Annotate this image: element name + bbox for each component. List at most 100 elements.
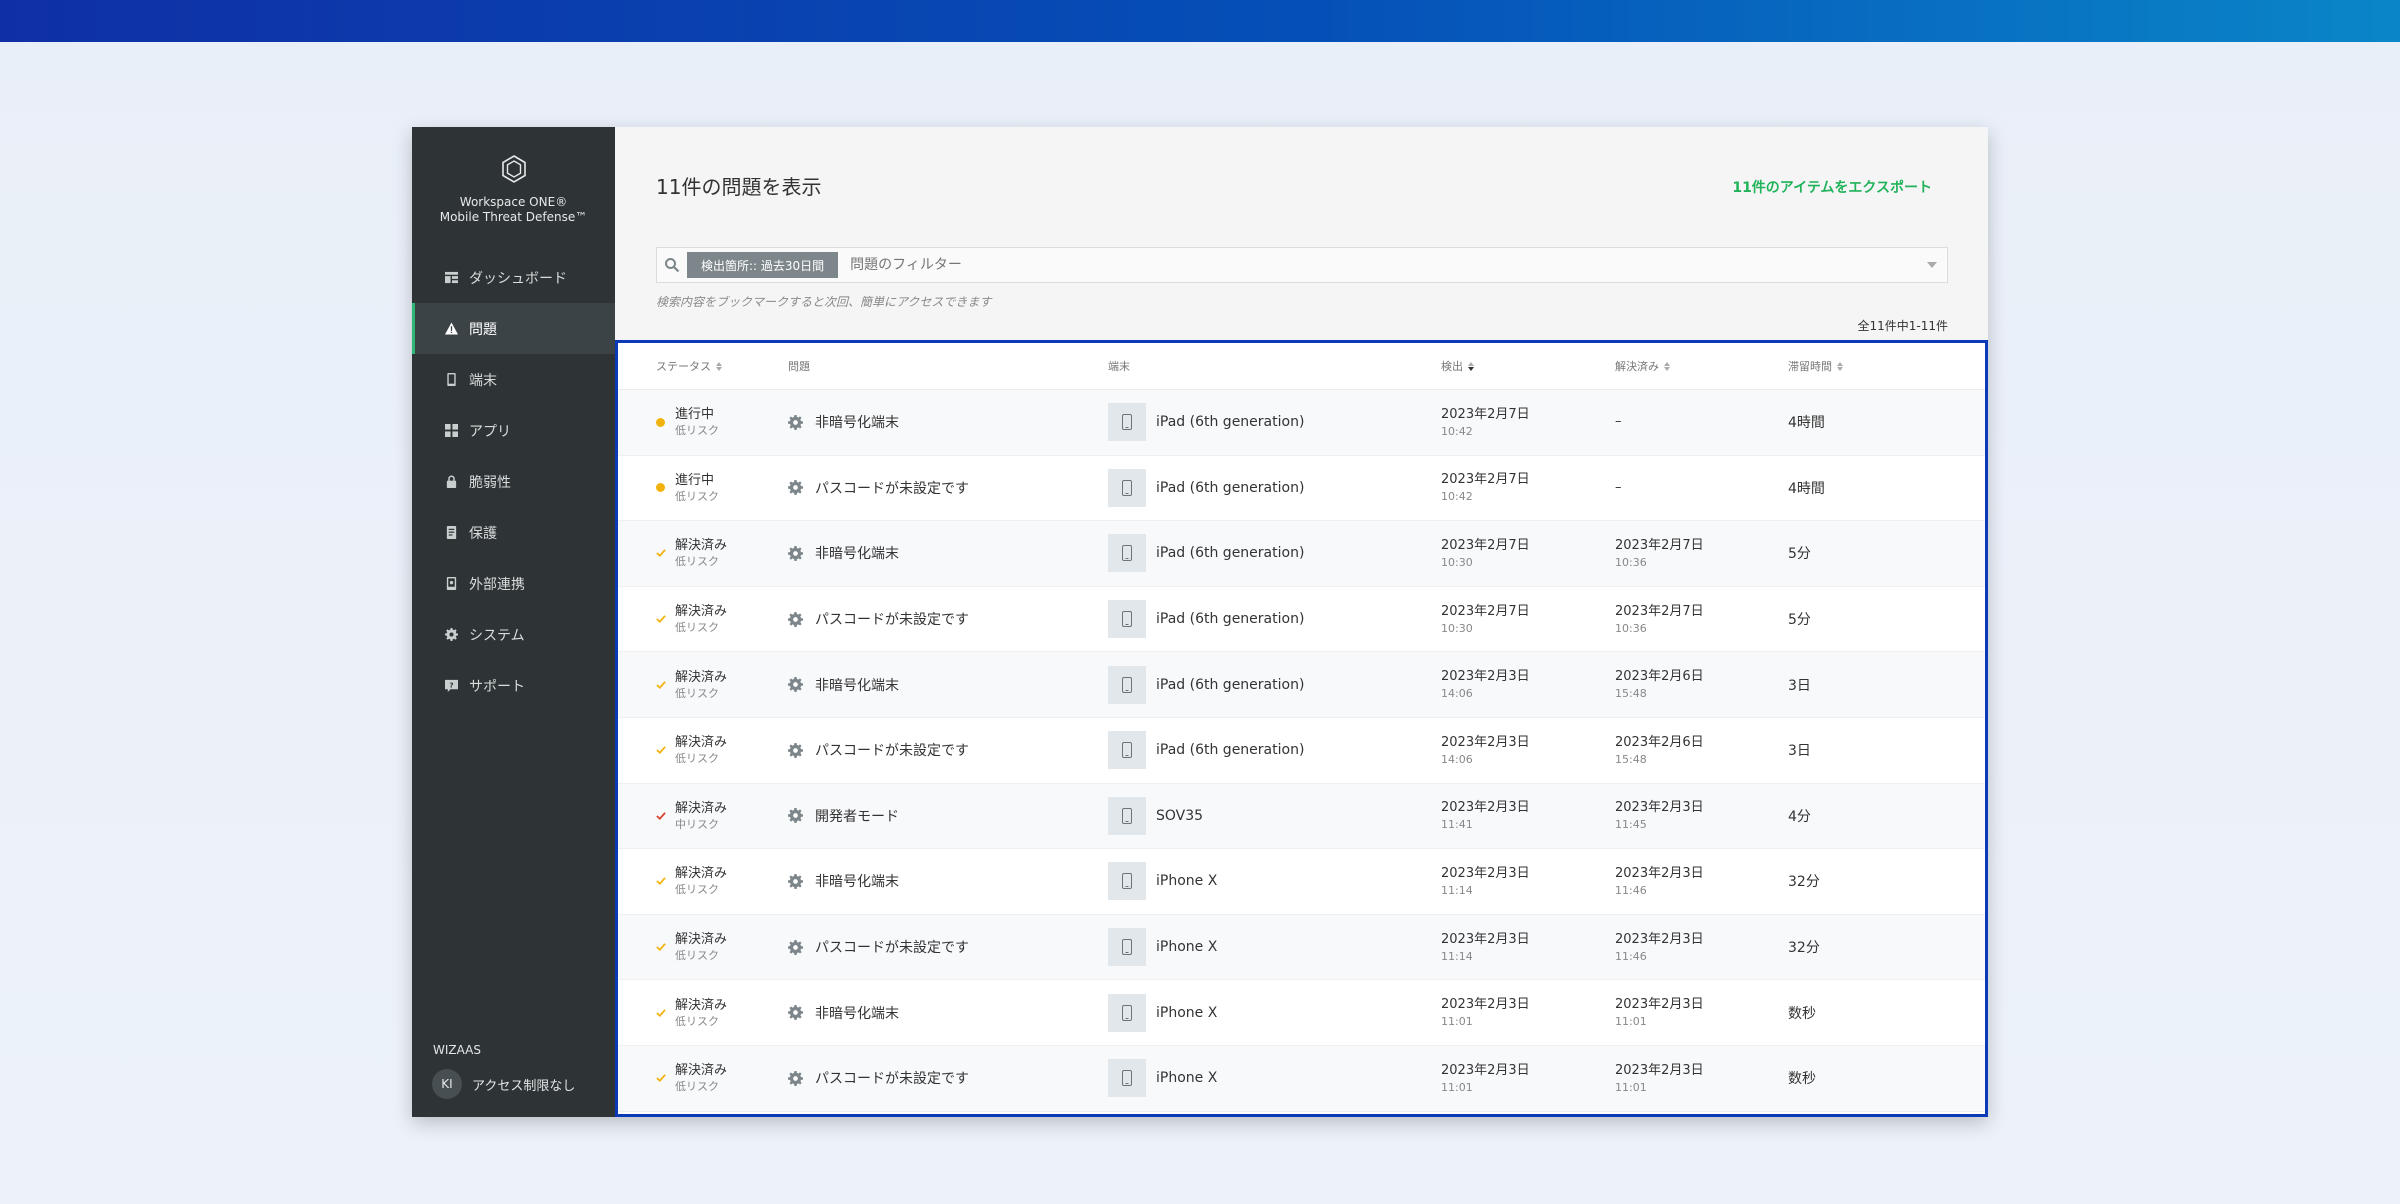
chevron-down-icon[interactable] [1917, 262, 1947, 268]
device-cell[interactable]: iPhone X [1108, 993, 1441, 1032]
status-cell: 解決済み 低リスク [618, 1062, 788, 1094]
integration-icon [443, 576, 459, 592]
detected-cell: 2023年2月7日 10:42 [1441, 471, 1615, 504]
table-row[interactable]: 解決済み 低リスク パスコードが未設定です iPhone X 2023年2月3日… [618, 914, 1985, 981]
dwell-time: 数秒 [1788, 1071, 1816, 1088]
device-cell[interactable]: iPad (6th generation) [1108, 534, 1441, 573]
detected-date: 2023年2月3日 [1441, 734, 1530, 750]
checkmark-icon [656, 548, 666, 558]
resolved-time: 15:48 [1615, 687, 1647, 701]
top-gradient-banner [0, 0, 2400, 42]
column-header-detected[interactable]: 検出 [1441, 358, 1615, 374]
sort-icon [716, 361, 722, 371]
status-cell: 解決済み 低リスク [618, 537, 788, 569]
resolved-time: 11:01 [1615, 1015, 1647, 1029]
resolved-time: 11:01 [1615, 1080, 1647, 1094]
export-link[interactable]: 11件のアイテムをエクスポート [1732, 177, 1932, 197]
detected-cell: 2023年2月3日 11:14 [1441, 931, 1615, 964]
device-cell[interactable]: SOV35 [1108, 796, 1441, 835]
table-row[interactable]: 解決済み 低リスク 非暗号化端末 iPad (6th generation) 2… [618, 521, 1985, 587]
detected-time: 11:41 [1441, 818, 1473, 832]
sidebar-item-system[interactable]: システム [412, 609, 615, 660]
device-cell[interactable]: iPad (6th generation) [1108, 731, 1441, 770]
sidebar-item-protection[interactable]: 保護 [412, 507, 615, 558]
device-cell[interactable]: iPhone X [1108, 862, 1441, 901]
resolved-cell: 2023年2月7日 10:36 [1615, 537, 1788, 570]
table-row[interactable]: 解決済み 中リスク 開発者モード SOV35 2023年2月3日 11:41 2… [618, 783, 1985, 850]
issue-cell[interactable]: パスコードが未設定です [788, 478, 1108, 498]
issue-cell[interactable]: 非暗号化端末 [788, 543, 1108, 563]
device-thumbnail [1108, 468, 1146, 507]
device-thumbnail [1108, 862, 1146, 901]
dwell-time: 3日 [1788, 743, 1811, 760]
dwell-time: 5分 [1788, 612, 1811, 629]
issue-cell[interactable]: 開発者モード [788, 806, 1108, 826]
phone-icon [1122, 1004, 1132, 1021]
status-text: 解決済み [675, 604, 728, 620]
phone-icon [1122, 545, 1132, 562]
dwell-time: 数秒 [1788, 1005, 1816, 1022]
sidebar-item-devices[interactable]: 端末 [412, 354, 615, 405]
device-cell[interactable]: iPad (6th generation) [1108, 600, 1441, 639]
column-header-dwell-time[interactable]: 滞留時間 [1788, 358, 1985, 374]
device-name: iPad (6th generation) [1156, 545, 1305, 562]
phone-icon [1122, 1070, 1132, 1087]
table-row[interactable]: 進行中 低リスク パスコードが未設定です iPad (6th generatio… [618, 456, 1985, 522]
device-cell[interactable]: iPad (6th generation) [1108, 468, 1441, 507]
sidebar-item-dashboard[interactable]: ダッシュボード [412, 252, 615, 303]
issue-name: 非暗号化端末 [815, 1005, 899, 1022]
issue-cell[interactable]: 非暗号化端末 [788, 1003, 1108, 1023]
gear-icon [788, 480, 803, 496]
issue-filter-input[interactable] [850, 257, 1917, 273]
table-row[interactable]: 解決済み 低リスク パスコードが未設定です iPhone X 2023年2月3日… [618, 1045, 1985, 1112]
detected-time: 10:42 [1441, 490, 1473, 504]
table-row[interactable]: 解決済み 低リスク パスコードが未設定です iPad (6th generati… [618, 718, 1985, 784]
sidebar-item-support[interactable]: ? サポート [412, 660, 615, 711]
device-cell[interactable]: iPhone X [1108, 928, 1441, 967]
table-row[interactable]: 進行中 低リスク 非暗号化端末 iPad (6th generation) 20… [618, 390, 1985, 456]
app-logo[interactable]: Workspace ONE® Mobile Threat Defense™ [412, 153, 615, 225]
sidebar-item-integrations[interactable]: 外部連携 [412, 558, 615, 609]
table-row[interactable]: 解決済み 低リスク 非暗号化端末 iPhone X 2023年2月3日 11:1… [618, 849, 1985, 915]
issue-name: パスコードが未設定です [815, 612, 969, 629]
device-cell[interactable]: iPad (6th generation) [1108, 403, 1441, 442]
issue-cell[interactable]: パスコードが未設定です [788, 609, 1108, 629]
filter-bar[interactable]: 検出箇所:: 過去30日間 [656, 247, 1948, 283]
status-text: 解決済み [675, 800, 728, 816]
issue-cell[interactable]: パスコードが未設定です [788, 740, 1108, 760]
issue-cell[interactable]: パスコードが未設定です [788, 1068, 1108, 1088]
sidebar-item-label: ダッシュボード [469, 270, 567, 287]
column-header-label: 解決済み [1615, 360, 1659, 373]
status-cell: 解決済み 低リスク [618, 931, 788, 963]
sidebar-item-apps[interactable]: アプリ [412, 405, 615, 456]
status-text: 解決済み [675, 669, 728, 685]
issue-cell[interactable]: 非暗号化端末 [788, 412, 1108, 432]
dwell-time: 3日 [1788, 677, 1811, 694]
sidebar-item-label: システム [469, 627, 525, 644]
issue-cell[interactable]: 非暗号化端末 [788, 675, 1108, 695]
phone-icon [1122, 414, 1132, 431]
apps-grid-icon [443, 423, 459, 439]
org-name: WIZAAS [433, 1043, 481, 1057]
resolved-cell: 2023年2月3日 11:01 [1615, 996, 1788, 1029]
table-row[interactable]: 解決済み 低リスク 非暗号化端末 iPhone X 2023年2月3日 11:0… [618, 980, 1985, 1046]
device-thumbnail [1108, 796, 1146, 835]
device-thumbnail [1108, 993, 1146, 1032]
issue-cell[interactable]: 非暗号化端末 [788, 871, 1108, 891]
sidebar-item-vulnerabilities[interactable]: 脆弱性 [412, 456, 615, 507]
column-header-resolved[interactable]: 解決済み [1615, 358, 1788, 374]
table-row[interactable]: 解決済み 低リスク 非暗号化端末 iPad (6th generation) 2… [618, 652, 1985, 718]
issue-cell[interactable]: パスコードが未設定です [788, 937, 1108, 957]
status-cell: 解決済み 低リスク [618, 865, 788, 897]
sidebar-item-issues[interactable]: 問題 [412, 303, 615, 354]
logo-line-2: Mobile Threat Defense™ [439, 210, 588, 224]
column-header-status[interactable]: ステータス [618, 358, 788, 374]
table-row[interactable]: 解決済み 低リスク パスコードが未設定です iPad (6th generati… [618, 587, 1985, 653]
device-cell[interactable]: iPad (6th generation) [1108, 665, 1441, 704]
user-menu[interactable]: KI アクセス制限なし [432, 1069, 575, 1099]
column-header-label: 問題 [788, 360, 810, 373]
filter-chip-detected-period[interactable]: 検出箇所:: 過去30日間 [687, 252, 839, 278]
search-icon[interactable] [657, 257, 687, 273]
risk-level: 低リスク [675, 555, 719, 569]
device-cell[interactable]: iPhone X [1108, 1059, 1441, 1098]
